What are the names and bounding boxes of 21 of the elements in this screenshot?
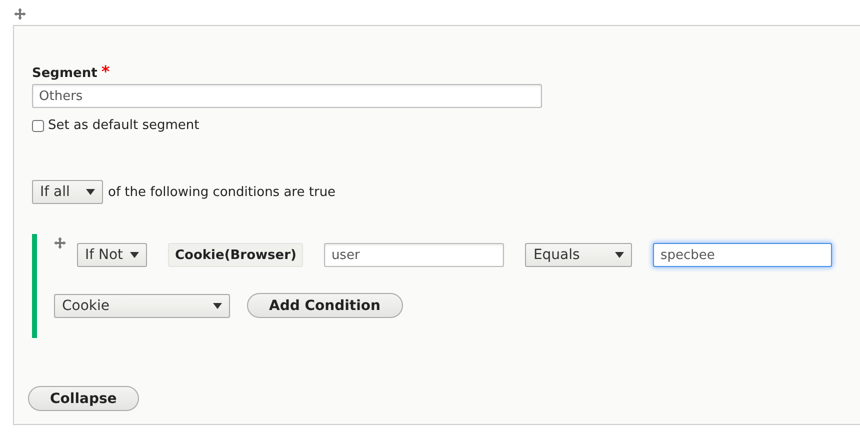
match-select[interactable]: If all (32, 180, 103, 204)
condition-select[interactable]: Cookie (54, 294, 230, 318)
add-condition-button[interactable]: Add Condition (247, 293, 403, 318)
required-mark: * (101, 66, 110, 81)
segment-field[interactable]: Others (32, 84, 542, 108)
drag-handle-icon[interactable] (14, 8, 26, 20)
match-text: of the following conditions are true (108, 184, 336, 200)
drag-handle-icon[interactable] (54, 237, 66, 249)
condition-type: Cookie(Browser) (168, 243, 304, 267)
caret-icon (130, 252, 139, 258)
value-field[interactable]: specbee (653, 243, 832, 267)
caret-icon (213, 302, 222, 308)
checkbox-label: Set as default segment (48, 118, 200, 133)
collapse-button[interactable]: Collapse (28, 386, 139, 411)
name-field[interactable]: user (324, 243, 504, 267)
negation-select[interactable]: If Not (77, 243, 147, 267)
operator-select[interactable]: Equals (525, 243, 632, 267)
default-checkbox[interactable] (32, 120, 44, 132)
caret-icon (86, 189, 95, 195)
caret-icon (615, 252, 624, 258)
field-label: Segment (32, 66, 98, 81)
